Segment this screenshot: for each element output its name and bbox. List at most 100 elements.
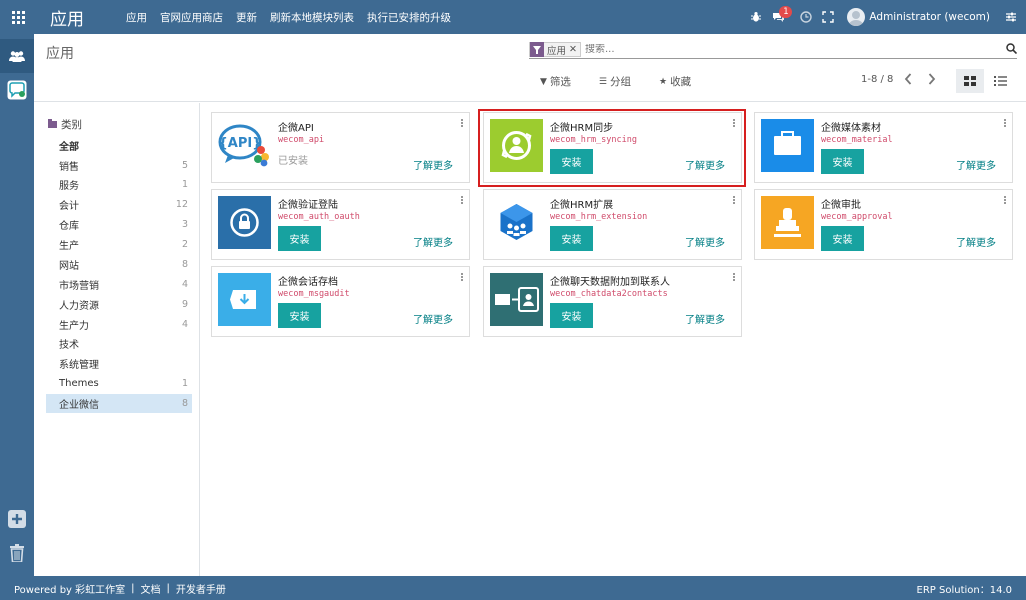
app-technical-name: wecom_msgaudit: [278, 289, 350, 299]
app-technical-name: wecom_api: [278, 135, 325, 145]
menu-updates[interactable]: 更新: [236, 10, 257, 25]
top-menu: 应用 官网应用商店 更新 刷新本地模块列表 执行已安排的升级: [126, 10, 464, 25]
install-button[interactable]: 安装: [278, 303, 321, 328]
category-header-label: 类别: [61, 119, 82, 131]
selection-highlight: [478, 109, 746, 187]
category-item[interactable]: 仓库 3: [46, 215, 192, 234]
app-technical-name: wecom_material: [821, 135, 893, 145]
chat-icon[interactable]: 1: [767, 0, 793, 34]
menu-scheduled-upgrades[interactable]: 执行已安排的升级: [367, 10, 451, 25]
category-item[interactable]: 服务 1: [46, 175, 192, 194]
trash-icon[interactable]: [0, 536, 34, 570]
pager-value[interactable]: 1-8 / 8: [861, 74, 893, 85]
kebab-menu-icon[interactable]: [733, 273, 736, 282]
favorites-label: 收藏: [670, 76, 692, 88]
kebab-menu-icon[interactable]: [461, 119, 464, 128]
filter-icon: [530, 42, 544, 57]
category-item[interactable]: 企业微信 8: [46, 394, 192, 413]
star-icon: ★: [659, 76, 668, 87]
chat-count-badge: 1: [779, 6, 793, 18]
footer-dev-guide-link[interactable]: 开发者手册: [176, 581, 226, 596]
apps-menu-icon[interactable]: [0, 0, 36, 34]
user-menu[interactable]: Administrator (wecom): [847, 8, 990, 26]
footer-docs-link[interactable]: 文档: [141, 581, 161, 596]
learn-more-link[interactable]: 了解更多: [685, 311, 725, 326]
app-card[interactable]: 企微聊天数据附加到联系人 wecom_chatdata2contacts 安装 …: [483, 266, 742, 337]
fullscreen-icon[interactable]: [817, 0, 839, 34]
category-item[interactable]: 系统管理: [46, 354, 192, 373]
app-title: 企微API: [278, 123, 314, 134]
kebab-menu-icon[interactable]: [733, 196, 736, 205]
app-card[interactable]: 企微会话存档 wecom_msgaudit 安装 了解更多: [211, 266, 470, 337]
contacts-icon[interactable]: [0, 39, 34, 73]
activity-clock-icon[interactable]: [795, 0, 817, 34]
discuss-icon[interactable]: [0, 73, 34, 107]
menu-app-store[interactable]: 官网应用商店: [160, 10, 223, 25]
facet-remove-icon[interactable]: ✕: [569, 44, 580, 55]
install-button[interactable]: 安装: [821, 226, 864, 251]
category-item[interactable]: 网站 8: [46, 255, 192, 274]
groupby-button[interactable]: ☰ 分组: [599, 74, 631, 89]
category-item[interactable]: Themes 1: [46, 374, 192, 393]
stamp-icon: [761, 196, 814, 249]
learn-more-link[interactable]: 了解更多: [956, 157, 996, 172]
app-technical-name: wecom_auth_oauth: [278, 212, 360, 222]
category-item[interactable]: 技术: [46, 334, 192, 353]
kebab-menu-icon[interactable]: [461, 196, 464, 205]
kebab-menu-icon[interactable]: [461, 273, 464, 282]
archive-download-icon: [218, 273, 271, 326]
install-button[interactable]: 安装: [278, 226, 321, 251]
bug-icon[interactable]: [745, 0, 767, 34]
footer-powered-by[interactable]: Powered by 彩虹工作室: [14, 581, 125, 596]
app-card[interactable]: 企微审批 wecom_approval 安装 了解更多: [754, 189, 1013, 260]
category-item[interactable]: 销售 5: [46, 156, 192, 175]
install-button[interactable]: 安装: [821, 149, 864, 174]
install-button[interactable]: 安装: [550, 303, 593, 328]
menu-apps[interactable]: 应用: [126, 10, 147, 25]
search-icon[interactable]: [1006, 43, 1018, 57]
search-bar: 应用 ✕: [529, 41, 1018, 59]
kebab-menu-icon[interactable]: [1004, 196, 1007, 205]
pager-previous-icon[interactable]: [904, 73, 912, 89]
category-item[interactable]: 会计 12: [46, 195, 192, 214]
category-item[interactable]: 市场营销 4: [46, 275, 192, 294]
pager-next-icon[interactable]: [928, 73, 936, 89]
category-item[interactable]: 全部: [46, 136, 192, 155]
app-title: 企微审批: [821, 200, 861, 211]
app-brand[interactable]: 应用: [50, 5, 110, 30]
avatar: [847, 8, 866, 26]
category-item[interactable]: 生产 2: [46, 235, 192, 254]
learn-more-link[interactable]: 了解更多: [413, 157, 453, 172]
app-technical-name: wecom_hrm_extension: [550, 212, 648, 222]
learn-more-link[interactable]: 了解更多: [685, 234, 725, 249]
facet-value: 应用: [547, 45, 567, 57]
app-card[interactable]: 企微验证登陆 wecom_auth_oauth 安装 了解更多: [211, 189, 470, 260]
list-view-icon[interactable]: [986, 69, 1014, 93]
contact-card-icon: [490, 273, 543, 326]
app-technical-name: wecom_approval: [821, 212, 893, 222]
add-icon[interactable]: [0, 502, 34, 536]
svg-text:{API}: {API}: [219, 136, 262, 151]
folder-icon: [48, 119, 57, 128]
learn-more-link[interactable]: 了解更多: [413, 234, 453, 249]
search-input[interactable]: [584, 44, 965, 55]
filter-label: 筛选: [549, 76, 571, 88]
app-title: 企微聊天数据附加到联系人: [550, 277, 670, 288]
settings-sliders-icon[interactable]: [1000, 0, 1022, 34]
menu-refresh-modules[interactable]: 刷新本地模块列表: [270, 10, 354, 25]
kebab-menu-icon[interactable]: [1004, 119, 1007, 128]
media-folder-icon: [761, 119, 814, 172]
learn-more-link[interactable]: 了解更多: [956, 234, 996, 249]
list-bars-icon: ☰: [598, 76, 607, 87]
app-card[interactable]: {API} 企微API wecom_api 已安装 了解更多: [211, 112, 470, 183]
kanban-view-icon[interactable]: [956, 69, 984, 93]
learn-more-link[interactable]: 了解更多: [413, 311, 453, 326]
filter-button[interactable]: ▼ 筛选: [540, 74, 571, 89]
category-item[interactable]: 人力资源 9: [46, 295, 192, 314]
app-card[interactable]: 企微媒体素材 wecom_material 安装 了解更多: [754, 112, 1013, 183]
category-header: 类别: [48, 117, 82, 132]
favorites-button[interactable]: ★ 收藏: [659, 74, 691, 89]
install-button[interactable]: 安装: [550, 226, 593, 251]
app-card[interactable]: 企微HRM扩展 wecom_hrm_extension 安装 了解更多: [483, 189, 742, 260]
category-item[interactable]: 生产力 4: [46, 315, 192, 334]
